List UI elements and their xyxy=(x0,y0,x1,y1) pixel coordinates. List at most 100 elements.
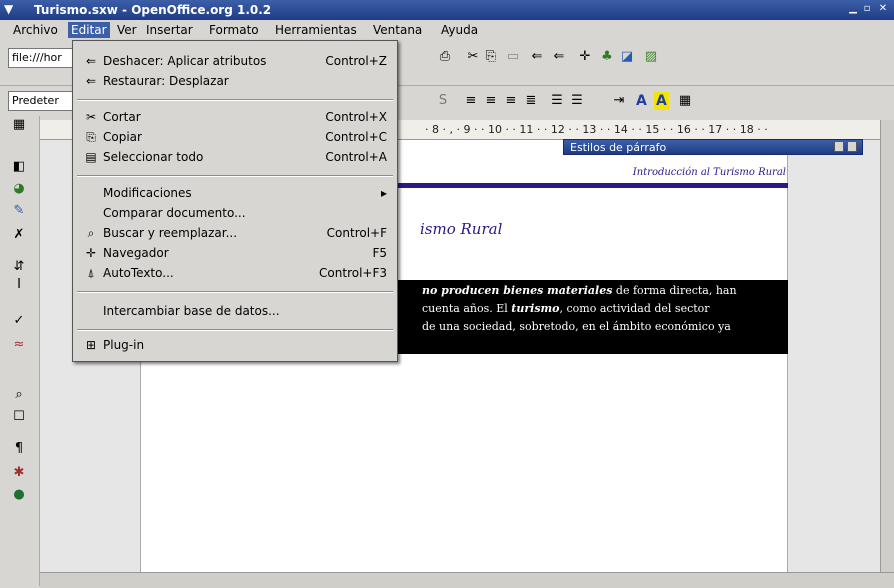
bullets-icon[interactable]: ☰ xyxy=(568,92,586,110)
maximize-icon[interactable]: ▫ xyxy=(862,3,872,15)
menu-item-label: Seleccionar todo xyxy=(103,150,204,164)
menu-separator xyxy=(77,175,393,177)
select-all-icon: ▤ xyxy=(85,150,97,164)
justify-icon[interactable]: ≣ xyxy=(522,92,540,110)
submenu-arrow-icon: ▸ xyxy=(380,186,387,200)
datasource-icon[interactable]: ◪ xyxy=(618,48,636,66)
menu-bar: Archivo Editar Ver Insertar Formato Herr… xyxy=(0,20,894,40)
menu-item-copy[interactable]: ⎘ Copiar Control+C xyxy=(73,127,397,147)
menu-item-shortcut: F5 xyxy=(372,246,387,260)
binoculars-icon[interactable]: ⌕ xyxy=(10,386,28,404)
horizontal-scrollbar[interactable] xyxy=(40,572,894,588)
menu-item-label: Intercambiar base de datos... xyxy=(103,304,280,318)
copy-icon[interactable]: ⎘ xyxy=(482,48,500,66)
document-heading[interactable]: ismo Rural xyxy=(420,220,502,238)
print-icon[interactable]: ⎙ xyxy=(436,48,454,66)
menu-ayuda[interactable]: Ayuda xyxy=(438,22,481,38)
autoformat-icon[interactable]: ⇵ xyxy=(10,258,28,276)
menu-item-select-all[interactable]: ▤ Seleccionar todo Control+A xyxy=(73,147,397,167)
insert-fields-icon[interactable]: ◧ xyxy=(10,158,28,176)
openoffice-writer-window: ▼ Turismo.sxw - OpenOffice.org 1.0.2 ▁ ▫… xyxy=(0,0,894,588)
redo-icon[interactable]: ⇐ xyxy=(550,48,568,66)
menu-item-shortcut: Control+F3 xyxy=(319,266,387,280)
menu-item-undo[interactable]: ⇐ Deshacer: Aplicar atributos Control+Z xyxy=(73,51,397,71)
drawing-icon[interactable]: ✗ xyxy=(10,226,28,244)
ruler-marks: · 8 · , · 9 · · 10 · · 11 · · 12 · · 13 … xyxy=(425,123,768,136)
menu-separator xyxy=(77,329,393,331)
minimize-icon[interactable]: ▁ xyxy=(848,3,858,15)
title-bar: ▼ Turismo.sxw - OpenOffice.org 1.0.2 ▁ ▫… xyxy=(0,0,894,20)
navigator-icon[interactable]: ✛ xyxy=(576,48,594,66)
menu-item-shortcut: Control+C xyxy=(325,130,387,144)
menu-separator xyxy=(77,291,393,293)
menu-item-label: Comparar documento... xyxy=(103,206,246,220)
align-right-icon[interactable]: ≡ xyxy=(502,92,520,110)
menu-item-shortcut: Control+Z xyxy=(325,54,387,68)
web-icon[interactable]: ● xyxy=(10,486,28,504)
stylist-window[interactable]: Estilos de párrafo xyxy=(563,139,863,155)
cut-icon[interactable]: ✂ xyxy=(464,48,482,66)
highlight-button[interactable]: A xyxy=(654,92,669,110)
image-icon[interactable]: ▨ xyxy=(642,48,660,66)
table-icon[interactable]: ▦ xyxy=(10,116,28,134)
autospell-icon[interactable]: ≈ xyxy=(10,336,28,354)
menu-insertar[interactable]: Insertar xyxy=(143,22,196,38)
indent-icon[interactable]: ⇥ xyxy=(610,92,628,110)
numbering-icon[interactable]: ☰ xyxy=(548,92,566,110)
menu-item-label: AutoTexto... xyxy=(103,266,174,280)
plugin-icon: ⊞ xyxy=(85,338,97,352)
menu-herramientas[interactable]: Herramientas xyxy=(272,22,360,38)
menu-item-navigator[interactable]: ✛ Navegador F5 xyxy=(73,243,397,263)
align-center-icon[interactable]: ≡ xyxy=(482,92,500,110)
menu-item-compare-document[interactable]: Comparar documento... xyxy=(73,203,397,223)
navigator-icon: ✛ xyxy=(85,246,97,260)
paste-icon[interactable]: ▭ xyxy=(504,48,522,66)
header-text: Introducción al Turismo Rural xyxy=(632,167,786,178)
window-title: Turismo.sxw - OpenOffice.org 1.0.2 xyxy=(34,3,272,17)
redo-icon: ⇐ xyxy=(85,74,97,88)
menu-item-shortcut: Control+A xyxy=(325,150,387,164)
menu-archivo[interactable]: Archivo xyxy=(10,22,61,38)
url-field[interactable]: file:///hor xyxy=(8,48,74,68)
menu-item-cut[interactable]: ✂ Cortar Control+X xyxy=(73,107,397,127)
menu-item-label: Deshacer: Aplicar atributos xyxy=(103,54,267,68)
paragraph-line-3: de una sociedad, sobretodo, en el ámbito… xyxy=(422,320,731,333)
edit-icon[interactable]: ✎ xyxy=(10,202,28,220)
menu-ver[interactable]: Ver xyxy=(114,22,140,38)
menu-formato[interactable]: Formato xyxy=(206,22,262,38)
menu-ventana[interactable]: Ventana xyxy=(370,22,425,38)
online-layout-icon[interactable]: ✱ xyxy=(10,464,28,482)
spellcheck-icon[interactable]: ✓ xyxy=(10,312,28,330)
menu-item-find-replace[interactable]: ⌕ Buscar y reemplazar... Control+F xyxy=(73,223,397,243)
frame-icon[interactable]: ☐ xyxy=(10,408,28,426)
menu-item-modifications[interactable]: Modificaciones ▸ xyxy=(73,183,397,203)
vertical-scrollbar[interactable] xyxy=(880,120,894,572)
menu-editar[interactable]: Editar xyxy=(68,22,110,38)
menu-item-label: Modificaciones xyxy=(103,186,192,200)
underline-icon[interactable]: S xyxy=(434,92,452,110)
menu-item-shortcut: Control+F xyxy=(326,226,387,240)
undo-icon[interactable]: ⇐ xyxy=(528,48,546,66)
gallery-icon[interactable]: ♣ xyxy=(598,48,616,66)
menu-item-redo[interactable]: ⇐ Restaurar: Desplazar xyxy=(73,71,397,91)
form-icon[interactable]: ◕ xyxy=(10,180,28,198)
nonprinting-chars-icon[interactable]: ¶ xyxy=(10,440,28,458)
stylist-close-icon[interactable] xyxy=(847,141,857,152)
window-menu-icon[interactable]: ▼ xyxy=(4,2,13,16)
font-color-button[interactable]: A xyxy=(636,92,647,110)
background-color-icon[interactable]: ▦ xyxy=(676,92,694,110)
menu-item-label: Navegador xyxy=(103,246,169,260)
stylist-dock-icon[interactable] xyxy=(834,141,844,152)
menu-item-label: Plug-in xyxy=(103,338,145,352)
text-cursor-icon[interactable]: I xyxy=(10,276,28,294)
menu-item-autotext[interactable]: ⍋ AutoTexto... Control+F3 xyxy=(73,263,397,283)
close-icon[interactable]: ✕ xyxy=(878,3,888,15)
menu-item-label: Buscar y reemplazar... xyxy=(103,226,238,240)
copy-icon: ⎘ xyxy=(86,130,96,144)
align-left-icon[interactable]: ≡ xyxy=(462,92,480,110)
menu-item-plugin[interactable]: ⊞ Plug-in xyxy=(73,335,397,355)
undo-icon: ⇐ xyxy=(85,54,97,68)
menu-item-exchange-database[interactable]: Intercambiar base de datos... xyxy=(73,301,397,321)
paragraph-line-2: cuenta años. El turismo, como actividad … xyxy=(422,302,710,315)
paragraph-style-select[interactable]: Predeter xyxy=(8,91,74,111)
